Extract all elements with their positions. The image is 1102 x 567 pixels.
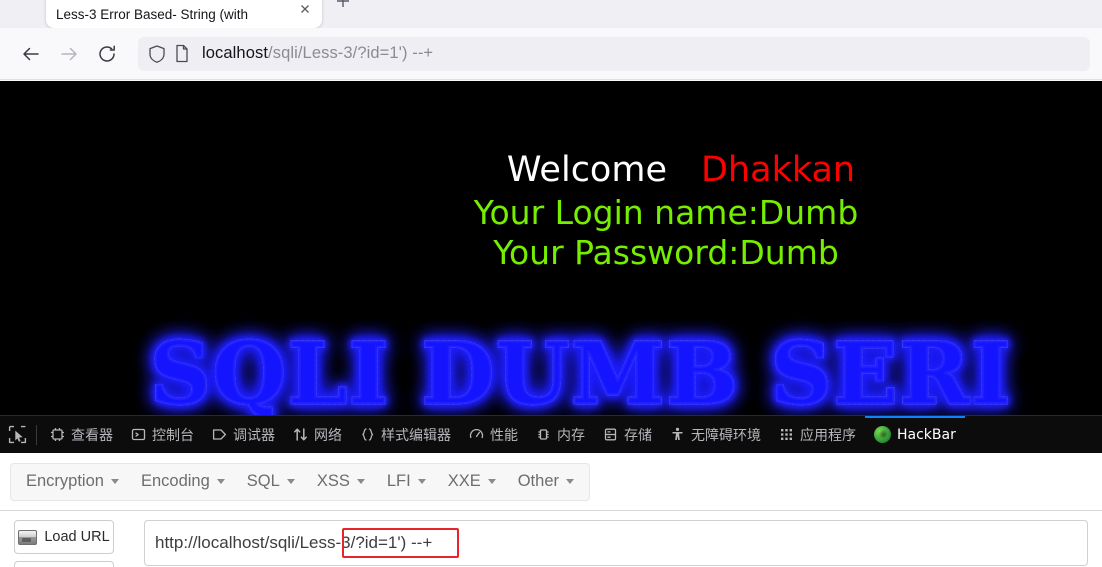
browser-window: Less-3 Error Based- String (with localho…: [0, 0, 1102, 567]
chevron-down-icon: [216, 479, 225, 484]
element-picker-icon[interactable]: [0, 416, 34, 454]
chevron-down-icon: [487, 479, 496, 484]
hackbar-menu-other[interactable]: Other: [507, 464, 585, 500]
url-path: /sqli/Less-3/?id=1') --+: [268, 44, 434, 62]
devtools-tab-label: 查看器: [71, 427, 113, 444]
devtools-tab-label: HackBar: [897, 426, 956, 443]
devtools-tab-console[interactable]: 控制台: [122, 416, 203, 454]
devtools-tab-label: 应用程序: [800, 427, 856, 444]
close-icon[interactable]: [296, 5, 314, 26]
inspector-icon: [50, 427, 65, 442]
menu-label: XSS: [316, 472, 350, 490]
devtools-tab-hackbar[interactable]: HackBar: [865, 415, 965, 454]
application-icon: [779, 427, 794, 442]
new-tab-button[interactable]: [330, 0, 356, 14]
password-text: Your Password:Dumb: [493, 233, 839, 272]
chevron-down-icon: [110, 479, 119, 484]
page-icon[interactable]: [174, 44, 190, 63]
shield-icon[interactable]: [148, 44, 166, 64]
accessibility-icon: [670, 427, 685, 442]
url-host: localhost: [202, 44, 269, 62]
menu-label: LFI: [386, 472, 411, 490]
storage-icon: [603, 427, 618, 442]
devtools-tab-memory[interactable]: 内存: [527, 416, 594, 454]
chevron-down-icon: [286, 479, 295, 484]
reload-button[interactable]: [88, 35, 126, 73]
devtools-tab-performance[interactable]: 性能: [460, 416, 527, 454]
login-name-text: Your Login name:Dumb: [473, 193, 859, 232]
devtools-tab-label: 无障碍环境: [691, 427, 761, 444]
menu-label: SQL: [246, 472, 280, 490]
devtools-toolbar: 查看器 控制台 调试器 网络 样式编辑器 性能 内存 存储 无障碍环境 应用程序…: [0, 415, 1102, 453]
style-editor-icon: [360, 427, 375, 442]
devtools-tab-label: 性能: [490, 427, 518, 444]
devtools-tab-label: 存储: [624, 427, 652, 444]
devtools-tab-storage[interactable]: 存储: [594, 416, 661, 454]
drive-icon: [18, 529, 38, 545]
hackbar-button-column: Load URL: [14, 520, 126, 567]
console-icon: [131, 427, 146, 442]
hackbar-menu-xxe[interactable]: XXE: [437, 464, 507, 500]
devtools-tab-inspector[interactable]: 查看器: [41, 416, 122, 454]
welcome-heading: Welcome Dhakkan: [0, 150, 1102, 190]
debugger-icon: [212, 427, 227, 442]
user-name-text: Dhakkan: [700, 150, 856, 190]
tab-title: Less-3 Error Based- String (with: [56, 8, 249, 22]
load-url-button[interactable]: Load URL: [14, 520, 114, 554]
devtools-tab-application[interactable]: 应用程序: [770, 416, 865, 454]
navigation-bar: localhost/sqli/Less-3/?id=1') --+: [0, 28, 1102, 80]
chevron-down-icon: [566, 479, 574, 484]
chevron-down-icon: [417, 479, 426, 484]
devtools-tab-debugger[interactable]: 调试器: [203, 416, 284, 454]
devtools-tab-network[interactable]: 网络: [284, 416, 351, 454]
hackbar-url-wrapper: [144, 520, 1088, 567]
devtools-tab-label: 内存: [557, 427, 585, 444]
devtools-tab-accessibility[interactable]: 无障碍环境: [661, 416, 770, 454]
browser-tab[interactable]: Less-3 Error Based- String (with: [46, 0, 322, 28]
tab-strip: Less-3 Error Based- String (with: [0, 0, 1102, 28]
hackbar-panel: Load URL: [0, 511, 1102, 567]
hackbar-url-input[interactable]: [144, 520, 1088, 566]
page-content: Welcome Dhakkan Your Login name:Dumb Your…: [0, 81, 1102, 415]
devtools-tab-label: 网络: [314, 427, 342, 444]
toolbar-divider: [36, 424, 37, 445]
chevron-down-icon: [356, 479, 365, 484]
secondary-action-button[interactable]: [14, 561, 114, 567]
devtools-tab-label: 调试器: [233, 427, 275, 444]
forward-button[interactable]: [50, 35, 88, 73]
hackbar-menu-bar: Encryption Encoding SQL XSS LFI XXE Othe…: [0, 453, 1102, 511]
memory-icon: [536, 427, 551, 442]
hackbar-icon: [874, 426, 891, 443]
menu-label: XXE: [447, 472, 481, 490]
hackbar-menu-sql[interactable]: SQL: [236, 464, 306, 500]
back-button[interactable]: [12, 35, 50, 73]
devtools-tab-style-editor[interactable]: 样式编辑器: [351, 416, 460, 454]
sqli-dumb-series-banner: SQLI DUMB SERI: [149, 323, 1013, 415]
devtools-tab-list: 查看器 控制台 调试器 网络 样式编辑器 性能 内存 存储 无障碍环境 应用程序…: [41, 415, 1102, 454]
menu-label: Encoding: [140, 472, 210, 490]
menu-label: Encryption: [26, 472, 104, 490]
hackbar-menu-group: Encryption Encoding SQL XSS LFI XXE Othe…: [10, 462, 590, 501]
devtools-tab-label: 控制台: [152, 427, 194, 444]
url-text: localhost/sqli/Less-3/?id=1') --+: [202, 44, 433, 63]
network-icon: [293, 427, 308, 442]
devtools-tab-label: 样式编辑器: [381, 427, 451, 444]
performance-icon: [469, 427, 484, 442]
hackbar-menu-lfi[interactable]: LFI: [376, 464, 437, 500]
load-url-label: Load URL: [44, 529, 110, 545]
hackbar-menu-encryption[interactable]: Encryption: [15, 464, 130, 500]
welcome-text: Welcome: [506, 150, 667, 190]
hackbar-menu-xss[interactable]: XSS: [306, 464, 376, 500]
url-bar[interactable]: localhost/sqli/Less-3/?id=1') --+: [138, 36, 1090, 71]
menu-label: Other: [517, 472, 559, 490]
hackbar-menu-encoding[interactable]: Encoding: [130, 464, 236, 500]
